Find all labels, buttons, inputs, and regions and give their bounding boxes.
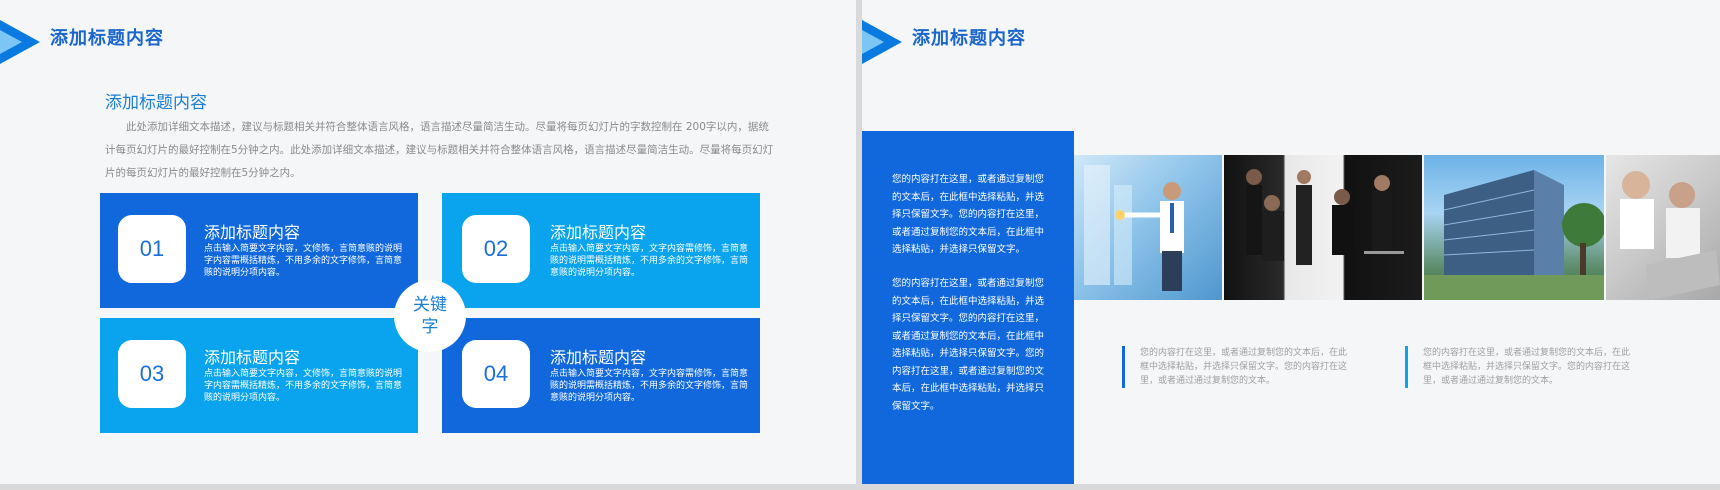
item-title: 添加标题内容 [204, 223, 301, 242]
item-card-1: 01 添加标题内容 点击输入简要文字内容，文修饰，言简意赅的说明字内容需概括精炼… [100, 193, 418, 308]
item-text: 点击输入简要文字内容，文修饰，言简意赅的说明字内容需概括精炼，不用多余的文字修饰… [204, 369, 403, 403]
text-panel: 您的内容打在这里，或者通过复制您的文本后，在此框中选择粘贴，并选择只保留文字。您… [862, 131, 1074, 484]
panel-text: 您的内容打在这里，或者通过复制您的文本后，在此框中选择粘贴，并选择只保留文字。您… [892, 174, 1045, 255]
description-text: 此处添加详细文本描述，建议与标题相关并符合整体语言风格，语言描述尽量简洁生动。尽… [105, 121, 774, 179]
item-number: 02 [462, 215, 530, 283]
building-photo [1424, 155, 1604, 300]
section-title: 添加标题内容 [105, 93, 207, 113]
slide-right: 添加标题内容 您的内容打在这里，或者通过复制您的文本后，在此框中选择粘贴，并选择… [862, 0, 1720, 484]
item-number: 01 [118, 215, 186, 283]
item-number: 03 [118, 340, 186, 408]
item-card-3: 03 添加标题内容 点击输入简要文字内容，文修饰，言简意赅的说明字内容需概括精炼… [100, 318, 418, 433]
item-title: 添加标题内容 [204, 348, 301, 367]
page-title: 添加标题内容 [912, 28, 1026, 49]
corner-triangle-icon [0, 20, 40, 64]
item-title: 添加标题内容 [550, 348, 647, 367]
item-number: 04 [462, 340, 530, 408]
slide-left: 添加标题内容 添加标题内容 此处添加详细文本描述，建议与标题相关并符合整体语言风… [0, 0, 856, 484]
keyword-circle: 关键字 [394, 280, 466, 352]
item-text: 点击输入简要文字内容，文字内容需修饰，言简意赅的说明需概括精炼，不用多余的文字修… [550, 369, 749, 403]
panel-text: 您的内容打在这里，或者通过复制您的文本后，在此框中选择粘贴，并选择只保留文字。您… [892, 278, 1045, 412]
page-title: 添加标题内容 [50, 28, 164, 49]
item-text: 点击输入简要文字内容，文字内容需修饰，言简意赅的说明需概括精炼，不用多余的文字修… [550, 244, 749, 278]
corner-triangle-icon [862, 20, 902, 64]
item-text: 点击输入简要文字内容，文修饰，言简意赅的说明字内容需概括精炼，不用多余的文字修饰… [204, 244, 403, 278]
team-photo [1224, 155, 1422, 300]
item-card-2: 02 添加标题内容 点击输入简要文字内容，文字内容需修饰，言简意赅的说明需概括精… [442, 193, 760, 308]
item-title: 添加标题内容 [550, 223, 647, 242]
item-card-4: 04 添加标题内容 点击输入简要文字内容，文字内容需修饰，言简意赅的说明需概括精… [442, 318, 760, 433]
business-photo [1074, 155, 1222, 300]
quote-text: 您的内容打在这里，或者通过复制您的文本后，在此框中选择粘贴，并选择只保留文字。您… [1405, 346, 1635, 388]
meeting-photo [1606, 155, 1720, 300]
quote-text: 您的内容打在这里，或者通过复制您的文本后，在此框中选择粘贴，并选择只保留文字。您… [1122, 346, 1352, 388]
keyword-label: 关键字 [413, 295, 447, 337]
